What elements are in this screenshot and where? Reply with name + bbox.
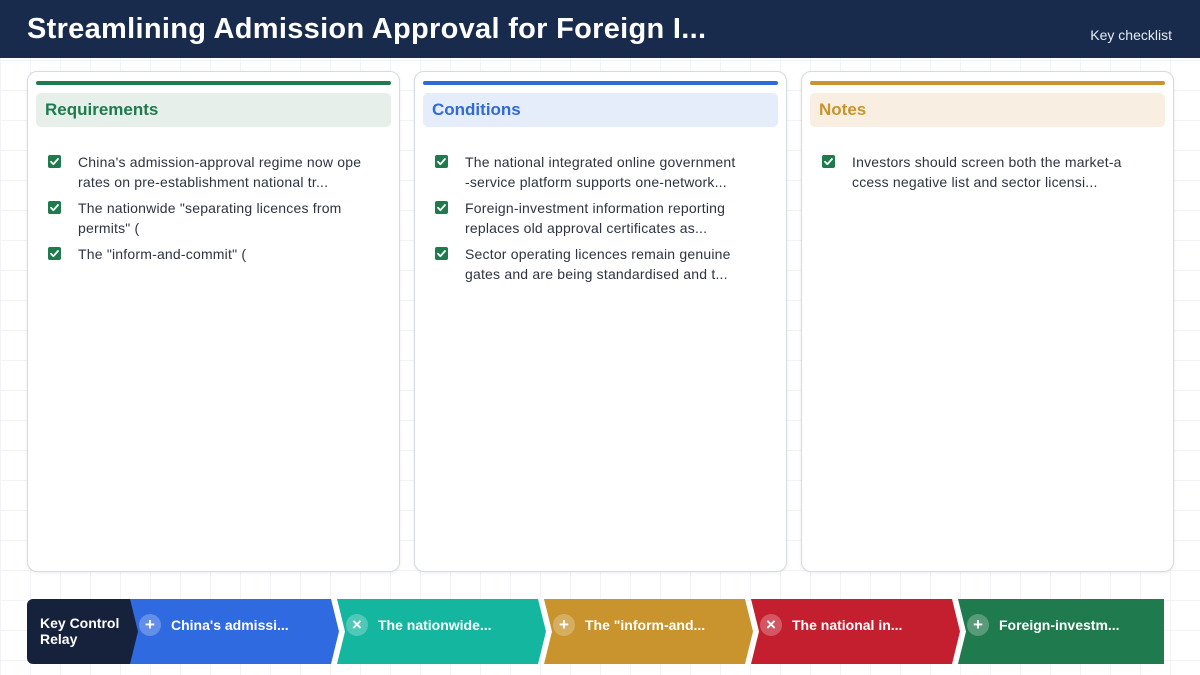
checklist: Investors should screen both the market-… xyxy=(822,152,1153,198)
checklist-item: The "inform-and-commit" ( xyxy=(48,244,379,264)
checklist-item-text: replaces old approval certificates as... xyxy=(465,220,708,236)
card-heading: Conditions xyxy=(423,93,778,127)
checklist-item: China's admission-approval regime now op… xyxy=(48,152,379,192)
checklist-item-text: The "inform-and-commit" ( xyxy=(78,246,247,262)
close-icon: × xyxy=(346,614,368,636)
relay-step-label: The nationwide... xyxy=(378,617,492,633)
checklist-item: Investors should screen both the market-… xyxy=(822,152,1153,192)
close-icon: × xyxy=(760,614,782,636)
checklist-item-text: China's admission-approval regime now op… xyxy=(78,154,362,170)
checklist-item-text: Investors should screen both the market-… xyxy=(852,154,1122,170)
checklist-item: Sector operating licences remain genuine… xyxy=(435,244,766,284)
checklist-item-text: The nationwide "separating licences from xyxy=(78,200,342,216)
header-bar: Streamlining Admission Approval for Fore… xyxy=(0,0,1200,58)
card-heading: Requirements xyxy=(36,93,391,127)
checklist-item-text: Sector operating licences remain genuine xyxy=(465,246,731,262)
relay-step-5[interactable]: + Foreign-investm... xyxy=(958,599,1164,664)
page-title: Streamlining Admission Approval for Fore… xyxy=(27,13,707,45)
card-heading: Notes xyxy=(810,93,1165,127)
relay-label: Key Control Relay xyxy=(27,599,147,664)
relay-step-label: Foreign-investm... xyxy=(999,617,1120,633)
checklist-item-text: ccess negative list and sector licensi..… xyxy=(852,174,1098,190)
checklist: China's admission-approval regime now op… xyxy=(48,152,379,270)
card-accent-bar xyxy=(36,81,391,85)
checkbox-checked-icon[interactable] xyxy=(435,201,448,214)
checklist-item: The national integrated online governmen… xyxy=(435,152,766,192)
checklist-item-text: gates and are being standardised and t..… xyxy=(465,266,728,282)
plus-icon: + xyxy=(139,614,161,636)
checkbox-checked-icon[interactable] xyxy=(435,247,448,260)
relay-step-4[interactable]: × The national in... xyxy=(751,599,960,664)
checklist-item: The nationwide "separating licences from… xyxy=(48,198,379,238)
checkbox-checked-icon[interactable] xyxy=(48,247,61,260)
conditions-card: Conditions The national integrated online… xyxy=(414,71,787,572)
relay-step-label: The national in... xyxy=(792,617,903,633)
page-subtitle: Key checklist xyxy=(1090,27,1172,43)
requirements-card: Requirements China's admission-approval r… xyxy=(27,71,400,572)
checklist-item-text: permits" ( xyxy=(78,220,140,236)
notes-card: Notes Investors should screen both the ma… xyxy=(801,71,1174,572)
checkbox-checked-icon[interactable] xyxy=(48,155,61,168)
checklist-item: Foreign-investment information reporting… xyxy=(435,198,766,238)
checklist-item-text: The national integrated online governmen… xyxy=(465,154,736,170)
card-accent-bar xyxy=(423,81,778,85)
relay-step-2[interactable]: × The nationwide... xyxy=(337,599,546,664)
relay-step-label: China's admissi... xyxy=(171,617,289,633)
card-accent-bar xyxy=(810,81,1165,85)
relay-step-label: The "inform-and... xyxy=(585,617,706,633)
checklist-item-text: Foreign-investment information reporting xyxy=(465,200,726,216)
checklist-item-text: -service platform supports one-network..… xyxy=(465,174,727,190)
relay-step-1[interactable]: + China's admissi... xyxy=(130,599,339,664)
checkbox-checked-icon[interactable] xyxy=(822,155,835,168)
checkbox-checked-icon[interactable] xyxy=(48,201,61,214)
relay-step-3[interactable]: + The "inform-and... xyxy=(544,599,753,664)
checklist-item-text: rates on pre-establishment national tr..… xyxy=(78,174,329,190)
checklist: The national integrated online governmen… xyxy=(435,152,766,290)
plus-icon: + xyxy=(553,614,575,636)
checkbox-checked-icon[interactable] xyxy=(435,155,448,168)
plus-icon: + xyxy=(967,614,989,636)
